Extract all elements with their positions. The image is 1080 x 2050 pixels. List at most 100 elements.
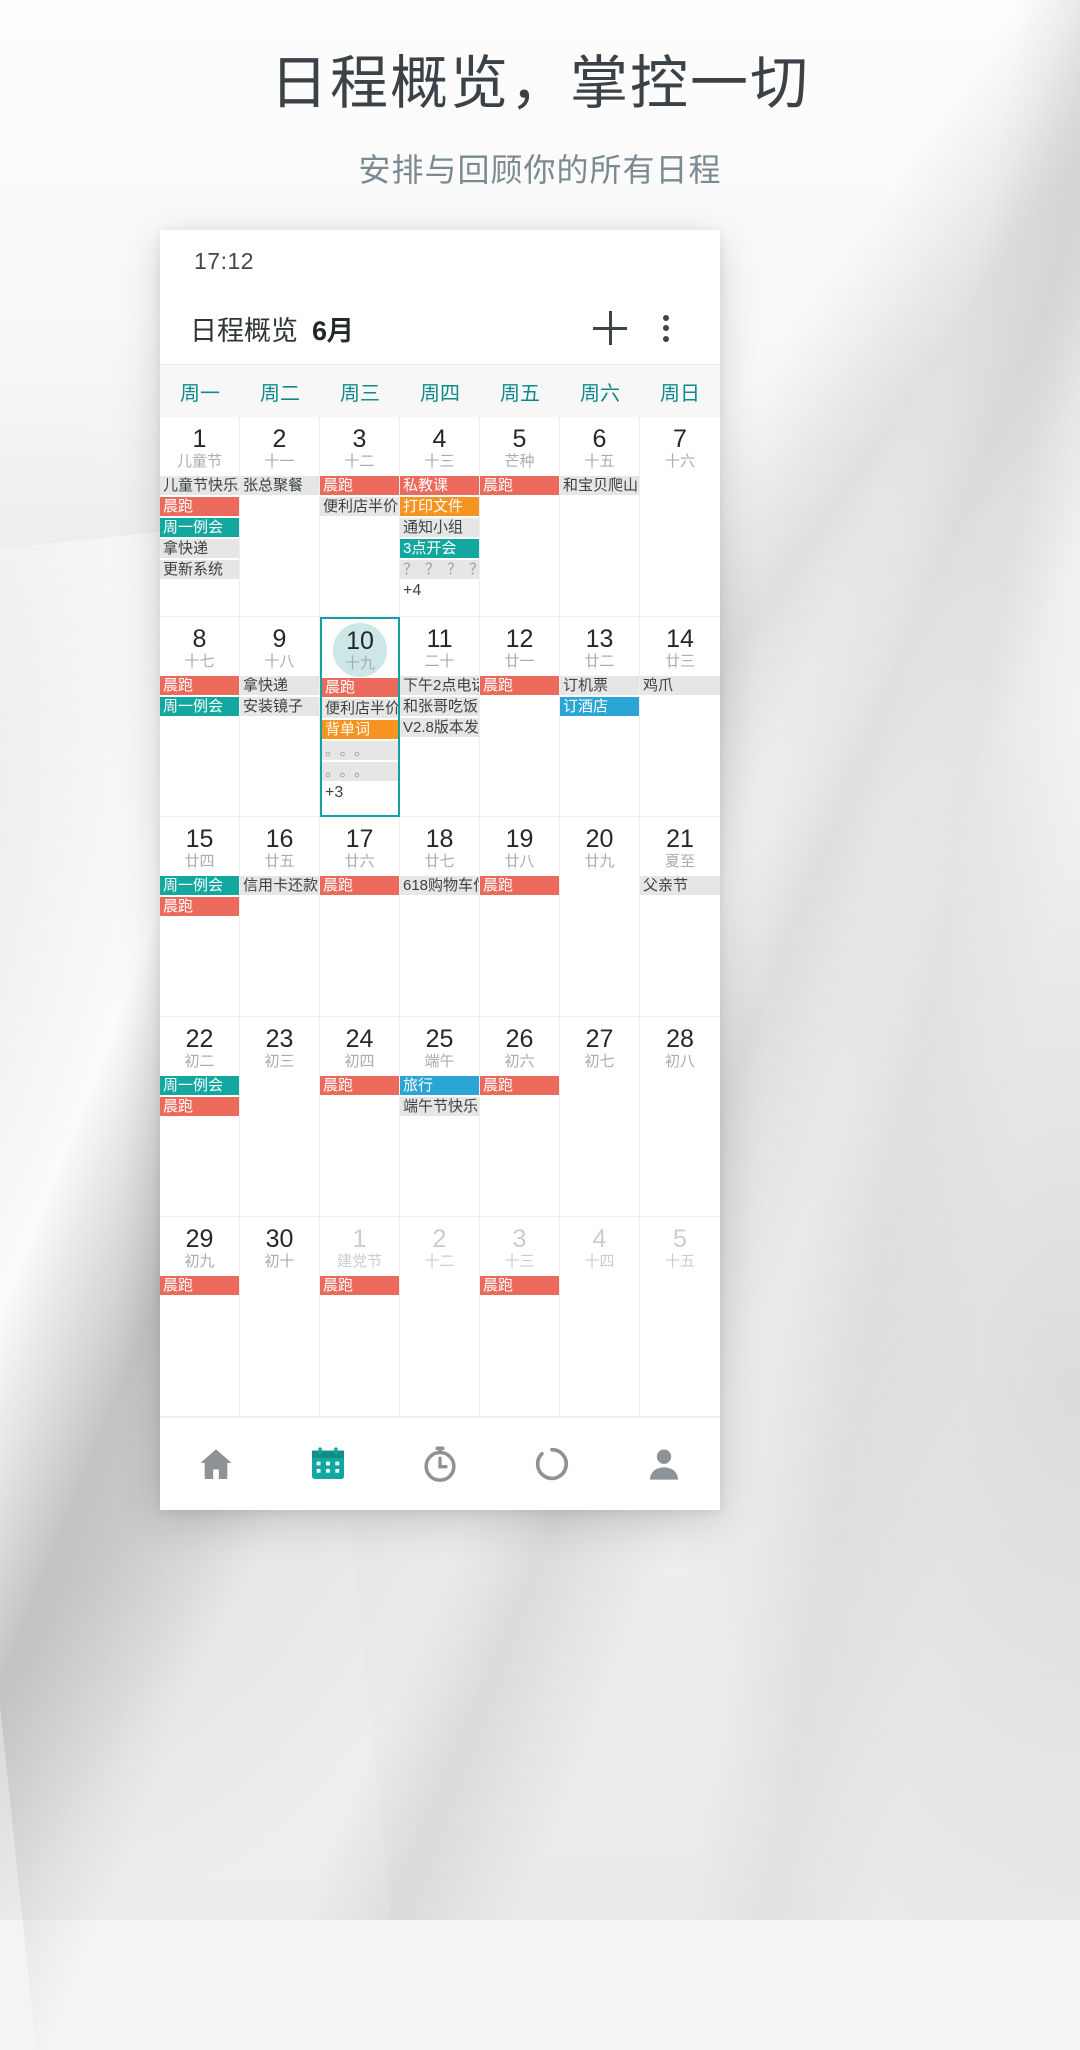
event-chip[interactable]: 晨跑 [320,1075,399,1095]
calendar-day-cell[interactable]: 13 廿二 订机票 订酒店 [560,617,640,817]
event-chip[interactable]: 晨跑 [160,675,239,695]
event-chip[interactable]: 订机票 [560,675,639,695]
calendar-day-cell[interactable]: 21 夏至 父亲节 [640,817,720,1017]
day-event-list: 618购物车付 [400,875,479,895]
event-chip[interactable]: 3点开会 [400,538,479,558]
event-chip[interactable]: 晨跑 [320,1275,399,1295]
event-chip[interactable]: 便利店半价活 [320,496,399,516]
event-chip[interactable]: 晨跑 [160,496,239,516]
calendar-day-cell[interactable]: 25 端午 旅行 端午节快乐 [400,1017,480,1217]
day-header: 27 初七 [560,1017,639,1073]
event-chip[interactable]: ？？？？ [400,559,479,579]
event-chip[interactable]: 周一例会 [160,875,239,895]
tab-calendar[interactable] [298,1434,358,1494]
event-chip[interactable]: 拿快递 [240,675,319,695]
day-event-list: 私教课打印文件通知小组3点开会？？？？+4 [400,475,479,601]
tab-progress[interactable] [522,1434,582,1494]
day-header: 15 廿四 [160,817,239,873]
event-chip[interactable]: 安装镜子 [240,696,319,716]
calendar-day-cell[interactable]: 4 十四 [560,1217,640,1417]
calendar-day-cell[interactable]: 24 初四 晨跑 [320,1017,400,1217]
event-chip[interactable]: V2.8版本发布 [400,717,479,737]
event-chip[interactable]: 父亲节 [640,875,720,895]
event-chip[interactable]: 便利店半价活 [322,698,398,718]
more-options-button[interactable] [638,300,694,356]
calendar-day-cell[interactable]: 22 初二 周一例会 晨跑 [160,1017,240,1217]
month-selector[interactable]: 6月 [312,309,354,348]
calendar-day-cell[interactable]: 3十二晨跑便利店半价活 [320,417,400,617]
calendar-day-cell[interactable]: 17 廿六 晨跑 [320,817,400,1017]
calendar-day-cell[interactable]: 4十三私教课打印文件通知小组3点开会？？？？+4 [400,417,480,617]
calendar-day-cell[interactable]: 29 初九 晨跑 [160,1217,240,1417]
calendar-day-cell[interactable]: 5 芒种 晨跑 [480,417,560,617]
event-chip[interactable]: 晨跑 [480,475,559,495]
calendar-day-cell[interactable]: 28 初八 [640,1017,720,1217]
tab-profile[interactable] [634,1434,694,1494]
event-chip[interactable]: 晨跑 [480,1275,559,1295]
calendar-day-cell[interactable]: 8 十七 晨跑 周一例会 [160,617,240,817]
event-chip[interactable]: 订酒店 [560,696,639,716]
calendar-day-cell[interactable]: 18廿七618购物车付 [400,817,480,1017]
event-chip[interactable]: 晨跑 [160,896,239,916]
calendar-day-cell[interactable]: 6 十五 和宝贝爬山 [560,417,640,617]
event-chip[interactable]: 通知小组 [400,517,479,537]
calendar-day-cell[interactable]: 11二十下午2点电话和张哥吃饭V2.8版本发布 [400,617,480,817]
event-chip[interactable]: 晨跑 [160,1096,239,1116]
calendar-day-cell[interactable]: 20 廿九 [560,817,640,1017]
event-chip[interactable]: 周一例会 [160,1075,239,1095]
event-chip[interactable]: 晨跑 [320,475,399,495]
calendar-day-cell[interactable]: 27 初七 [560,1017,640,1217]
event-chip[interactable]: 下午2点电话 [400,675,479,695]
event-chip[interactable]: 和张哥吃饭 [400,696,479,716]
calendar-day-cell[interactable]: 3 十三 晨跑 [480,1217,560,1417]
event-chip[interactable]: 周一例会 [160,696,239,716]
event-chip[interactable]: 旅行 [400,1075,479,1095]
calendar-day-cell[interactable]: 2 十二 [400,1217,480,1417]
event-chip[interactable]: 618购物车付 [400,875,479,895]
event-chip[interactable]: 私教课 [400,475,479,495]
calendar-day-cell[interactable]: 1 建党节 晨跑 [320,1217,400,1417]
calendar-day-cell[interactable]: 10十九晨跑便利店半价活背单词。。。。。。+3 [320,617,400,817]
event-chip[interactable]: 端午节快乐 [400,1096,479,1116]
event-chip[interactable]: 晨跑 [480,1075,559,1095]
tab-home[interactable] [186,1434,246,1494]
event-chip[interactable]: 晨跑 [320,875,399,895]
calendar-day-cell[interactable]: 26 初六 晨跑 [480,1017,560,1217]
event-chip[interactable]: 拿快递 [160,538,239,558]
tab-timer[interactable] [410,1434,470,1494]
day-number: 9 [272,625,287,653]
calendar-day-cell[interactable]: 14 廿三 鸡爪 [640,617,720,817]
event-chip[interactable]: 儿童节快乐。 [160,475,239,495]
calendar-day-cell[interactable]: 30 初十 [240,1217,320,1417]
event-chip[interactable]: 打印文件 [400,496,479,516]
event-chip[interactable]: 背单词 [322,719,398,739]
add-event-button[interactable] [582,300,638,356]
calendar-day-cell[interactable]: 5 十五 [640,1217,720,1417]
event-chip[interactable]: 晨跑 [322,677,398,697]
calendar-day-cell[interactable]: 15 廿四 周一例会 晨跑 [160,817,240,1017]
calendar-day-cell[interactable]: 9 十八 拿快递 安装镜子 [240,617,320,817]
weekday-tue: 周二 [260,382,300,405]
calendar-day-cell[interactable]: 2 十一 张总聚餐 [240,417,320,617]
event-chip[interactable]: 周一例会 [160,517,239,537]
calendar-day-cell[interactable]: 1儿童节儿童节快乐。晨跑周一例会拿快递更新系统 [160,417,240,617]
event-chip[interactable]: 。。。 [322,740,398,760]
calendar-day-cell[interactable]: 23 初三 [240,1017,320,1217]
calendar-day-cell[interactable]: 16 廿五 信用卡还款 [240,817,320,1017]
day-lunar-label: 廿七 [424,853,455,871]
more-events-indicator[interactable]: +3 [322,783,398,803]
event-chip[interactable]: 晨跑 [480,875,559,895]
event-chip[interactable]: 晨跑 [160,1275,239,1295]
event-chip[interactable]: 鸡爪 [640,675,720,695]
event-chip[interactable]: 更新系统 [160,559,239,579]
day-header: 29 初九 [160,1217,239,1273]
event-chip[interactable]: 和宝贝爬山 [560,475,639,495]
event-chip[interactable]: 晨跑 [480,675,559,695]
calendar-day-cell[interactable]: 7 十六 [640,417,720,617]
calendar-day-cell[interactable]: 19 廿八 晨跑 [480,817,560,1017]
calendar-day-cell[interactable]: 12 廿一 晨跑 [480,617,560,817]
event-chip[interactable]: 信用卡还款 [240,875,319,895]
event-chip[interactable]: 张总聚餐 [240,475,319,495]
more-events-indicator[interactable]: +4 [400,581,479,601]
event-chip[interactable]: 。。。 [322,761,398,781]
